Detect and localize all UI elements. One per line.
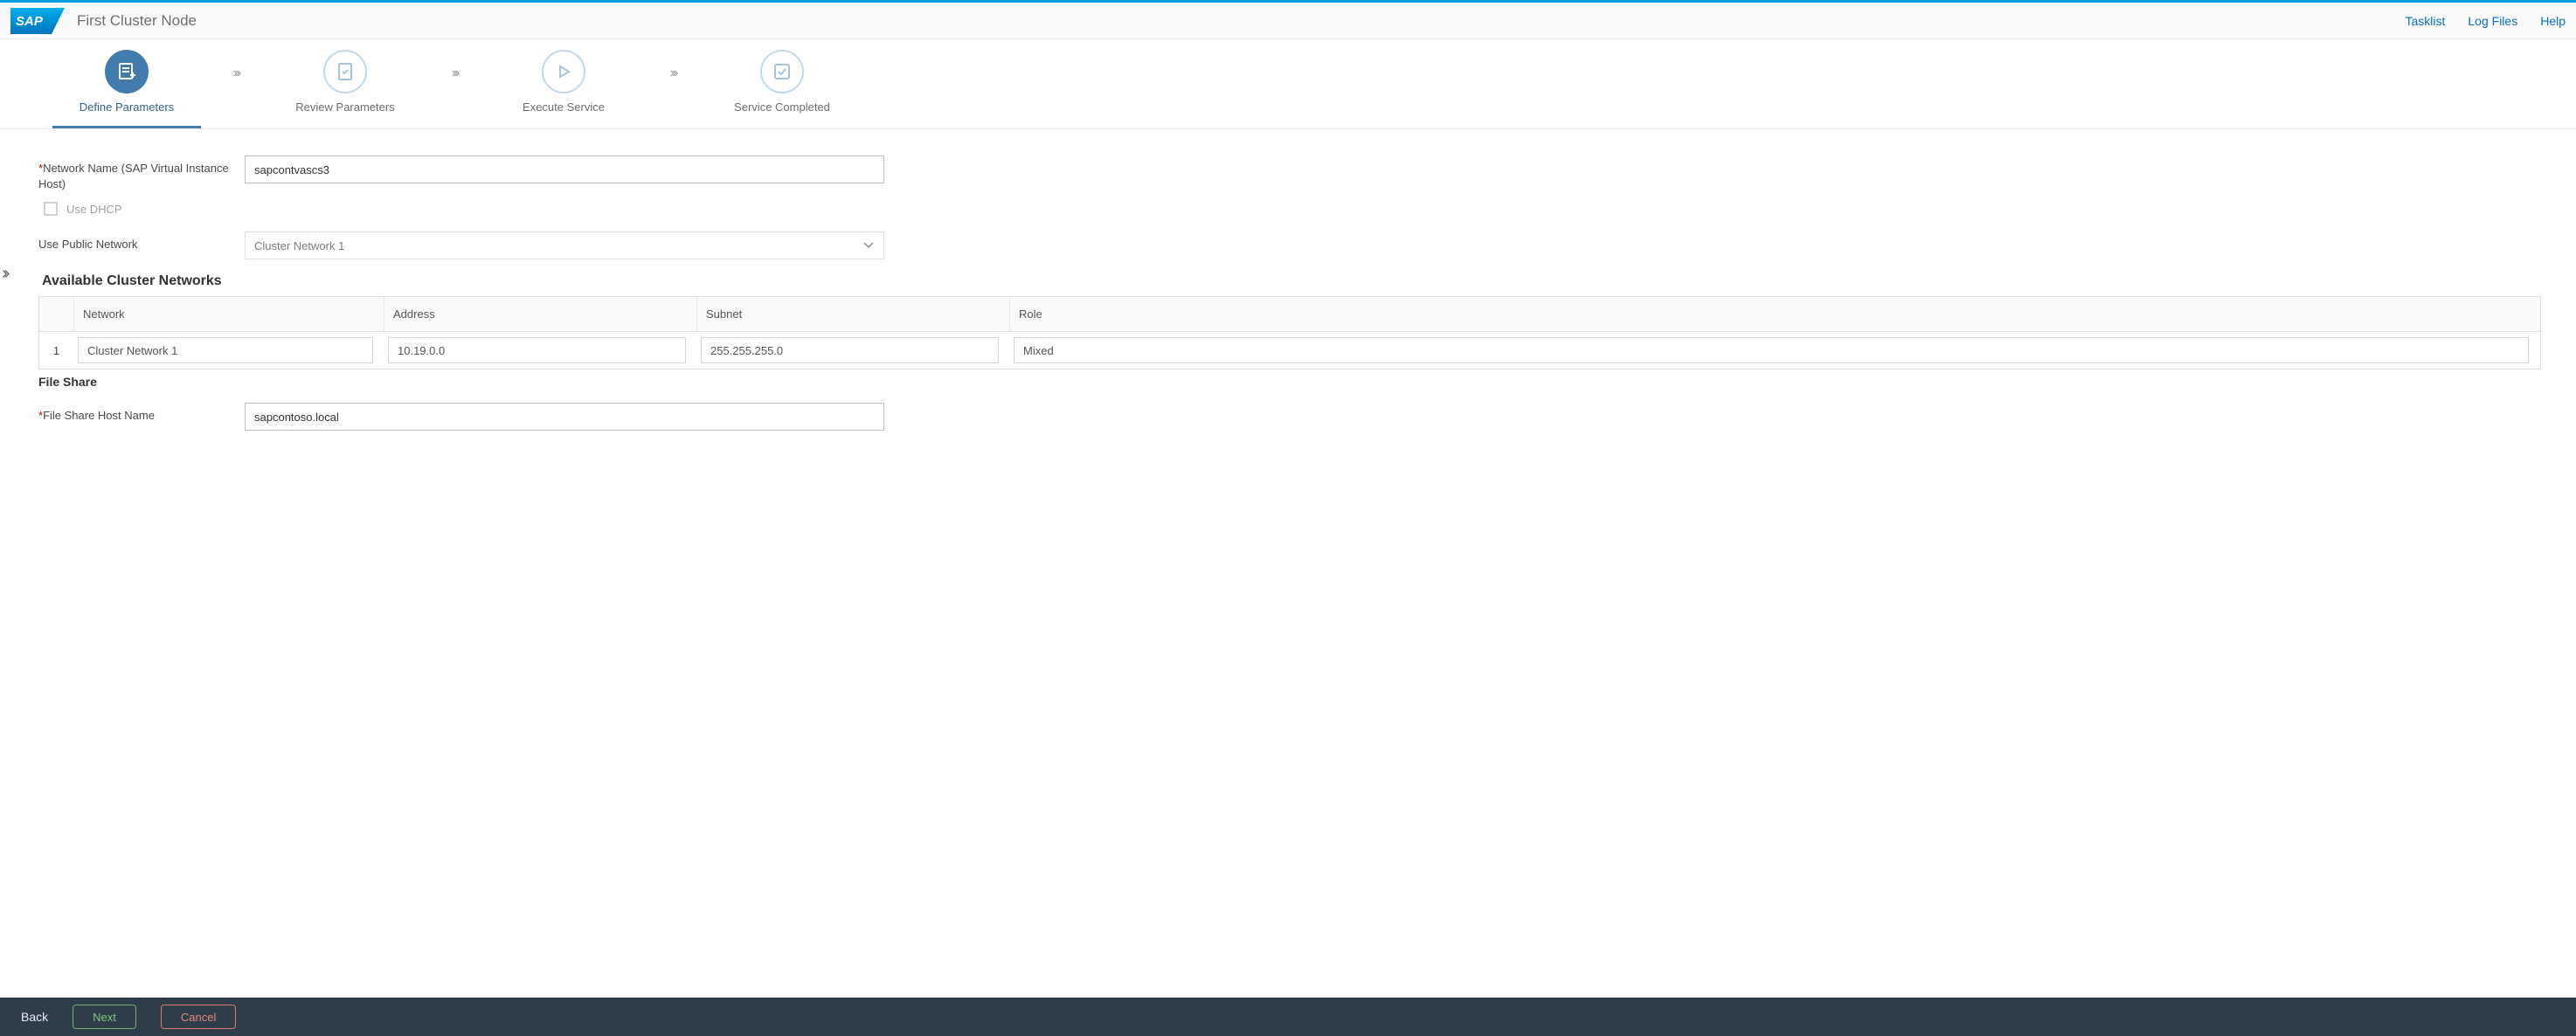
page-title: First Cluster Node — [77, 12, 197, 30]
row-address-input[interactable] — [388, 337, 686, 363]
logfiles-link[interactable]: Log Files — [2468, 14, 2517, 28]
networks-table: Network Address Subnet Role 1 — [38, 296, 2541, 370]
wizard: Define Parameters ››› Review Parameters … — [0, 39, 2576, 129]
use-dhcp-checkbox[interactable]: Use DHCP — [44, 202, 2541, 216]
table-header: Network Address Subnet Role — [39, 297, 2540, 332]
available-networks-heading: Available Cluster Networks — [42, 273, 2541, 289]
row-index: 1 — [39, 344, 74, 357]
row-network-input[interactable] — [78, 337, 373, 363]
wizard-step-label: Service Completed — [690, 100, 874, 114]
network-name-label: *Network Name (SAP Virtual Instance Host… — [38, 155, 245, 191]
wizard-step-execute[interactable]: Execute Service — [472, 50, 655, 114]
file-share-heading: File Share — [38, 375, 2541, 389]
wizard-step-label: Define Parameters — [35, 100, 218, 114]
use-dhcp-label: Use DHCP — [66, 203, 122, 216]
checkbox-icon — [44, 202, 58, 216]
col-role: Role — [1010, 297, 2540, 331]
header: SAP First Cluster Node Tasklist Log File… — [0, 3, 2576, 39]
public-network-row: Use Public Network Cluster Network 1 — [38, 231, 2541, 259]
public-network-select[interactable]: Cluster Network 1 — [245, 231, 884, 259]
clipboard-check-icon — [336, 62, 355, 81]
wizard-step-label: Review Parameters — [253, 100, 437, 114]
chevron-icon: ››› — [437, 50, 472, 81]
svg-text:SAP: SAP — [16, 14, 44, 29]
file-share-host-row: *File Share Host Name — [38, 403, 2541, 431]
public-network-value: Cluster Network 1 — [254, 239, 344, 252]
footer: Back Next Cancel — [0, 998, 2576, 1036]
help-link[interactable]: Help — [2540, 14, 2566, 28]
col-subnet: Subnet — [697, 297, 1010, 331]
file-share-host-input[interactable] — [245, 403, 884, 431]
wizard-step-label: Execute Service — [472, 100, 655, 114]
col-address: Address — [384, 297, 697, 331]
chevron-icon: ››› — [218, 50, 253, 81]
chevron-down-icon — [862, 239, 875, 252]
chevron-icon: ››› — [655, 50, 690, 81]
form-content: *Network Name (SAP Virtual Instance Host… — [0, 129, 2576, 459]
wizard-step-define[interactable]: Define Parameters — [35, 50, 218, 128]
col-network: Network — [74, 297, 384, 331]
back-button[interactable]: Back — [21, 1010, 48, 1024]
clipboard-plus-icon — [116, 61, 137, 82]
sap-logo: SAP — [10, 8, 65, 34]
play-icon — [554, 62, 573, 81]
network-name-input[interactable] — [245, 155, 884, 183]
wizard-step-completed[interactable]: Service Completed — [690, 50, 874, 114]
file-share-host-label: *File Share Host Name — [38, 403, 245, 424]
public-network-label: Use Public Network — [38, 231, 245, 252]
cancel-button[interactable]: Cancel — [161, 1005, 236, 1029]
network-name-row: *Network Name (SAP Virtual Instance Host… — [38, 155, 2541, 191]
wizard-step-review[interactable]: Review Parameters — [253, 50, 437, 114]
row-subnet-input[interactable] — [701, 337, 999, 363]
row-role-input[interactable] — [1014, 337, 2529, 363]
next-button[interactable]: Next — [73, 1005, 136, 1029]
tasklist-link[interactable]: Tasklist — [2405, 14, 2445, 28]
table-row: 1 — [39, 332, 2540, 369]
checkbox-icon — [772, 62, 792, 81]
